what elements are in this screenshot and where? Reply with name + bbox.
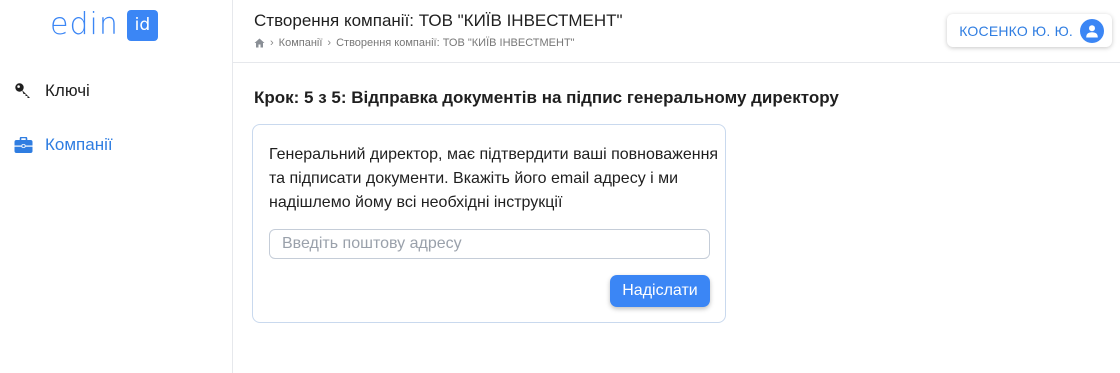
email-card: Генеральний директор, має підтвердити ва…	[252, 124, 726, 323]
step-title: Крок: 5 з 5: Відправка документів на під…	[254, 88, 839, 107]
sidebar-item-label: Ключі	[45, 81, 90, 100]
breadcrumb-item-current: Створення компанії: ТОВ "КИЇВ ІНВЕСТМЕНТ…	[336, 37, 575, 49]
briefcase-icon	[14, 135, 36, 155]
user-menu-button[interactable]: КОСЕНКО Ю. Ю.	[947, 14, 1112, 47]
key-icon	[14, 81, 36, 101]
breadcrumb-item-companies[interactable]: Компанії	[279, 37, 323, 49]
chevron-right-icon: ›	[270, 37, 274, 49]
user-avatar-icon	[1080, 18, 1104, 43]
home-icon[interactable]	[254, 38, 265, 48]
sidebar-item-keys[interactable]: Ключі	[14, 78, 90, 104]
email-input[interactable]	[269, 229, 710, 259]
chevron-right-icon: ›	[327, 37, 332, 49]
sidebar-item-label: Компанії	[45, 135, 113, 154]
header: Створення компанії: ТОВ "КИЇВ ІНВЕСТМЕНТ…	[233, 0, 1120, 63]
breadcrumb: › Компанії › Створення компанії: ТОВ "КИ…	[254, 37, 575, 49]
page-title: Створення компанії: ТОВ "КИЇВ ІНВЕСТМЕНТ…	[254, 11, 623, 30]
sidebar: edin id Ключі Компанії	[0, 0, 233, 373]
logo[interactable]: edin id	[50, 8, 158, 42]
logo-badge: id	[126, 9, 158, 41]
logo-text: edin	[50, 7, 119, 42]
user-name: КОСЕНКО Ю. Ю.	[959, 22, 1073, 39]
sidebar-item-companies[interactable]: Компанії	[14, 132, 113, 158]
send-button[interactable]: Надіслати	[610, 275, 710, 307]
instruction-text: Генеральний директор, має підтвердити ва…	[269, 146, 719, 211]
